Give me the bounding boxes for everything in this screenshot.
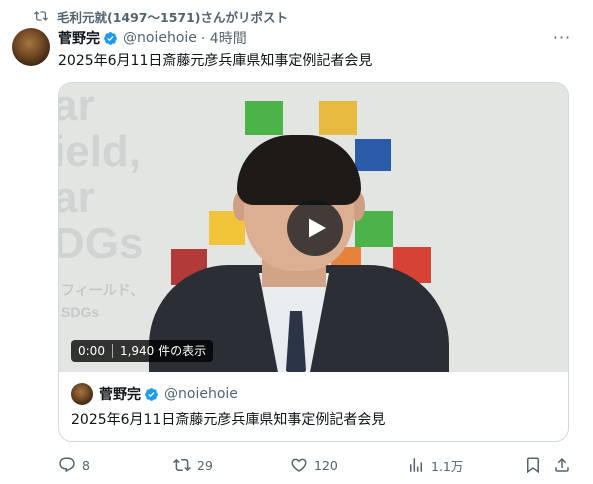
background-text-line: ar <box>59 83 95 130</box>
quote-author-handle[interactable]: @noiehoie <box>164 386 238 402</box>
logo-square <box>245 101 283 135</box>
like-button[interactable]: 120 <box>290 455 338 475</box>
background-subtext-line: フィールド、 <box>61 282 145 298</box>
author-name[interactable]: 菅野完 <box>58 28 100 48</box>
views-count: 1.1万 <box>431 458 464 474</box>
analytics-icon <box>410 458 422 472</box>
verified-badge-icon <box>145 387 158 401</box>
reply-icon <box>59 457 75 473</box>
repost-banner[interactable]: 毛利元就(1497〜1571)さんがリポスト <box>34 6 288 26</box>
video-views: 1,940 件の表示 <box>119 344 207 358</box>
background-subtext: フィールド、 SDGs <box>61 279 144 323</box>
background-text-line: DGs <box>59 219 144 268</box>
author-handle[interactable]: @noiehoie <box>123 30 197 46</box>
reply-count: 8 <box>82 457 90 473</box>
video-timestamp: 0:00 <box>78 344 105 358</box>
bookmark-button[interactable] <box>524 455 548 475</box>
logo-square <box>319 101 357 135</box>
video-info-badge: 0:00 1,940 件の表示 <box>71 340 214 362</box>
like-count: 120 <box>314 457 338 473</box>
background-subtext-line: SDGs <box>61 304 100 320</box>
tweet-text: 2025年6月11日斎藤元彦兵庫県知事定例記者会見 <box>58 53 373 69</box>
logo-square <box>355 139 391 171</box>
bookmark-icon <box>527 457 539 474</box>
background-text-line: ield, <box>59 127 142 176</box>
quote-author-name[interactable]: 菅野完 <box>99 384 141 404</box>
quote-avatar[interactable] <box>71 383 93 405</box>
play-icon <box>309 218 326 238</box>
share-icon <box>555 457 569 472</box>
play-button[interactable] <box>287 200 343 256</box>
timestamp[interactable]: · 4時間 <box>201 28 247 48</box>
video-player[interactable]: ar ield, ar DGs フィールド、 SDGs 0:00 <box>59 83 568 372</box>
repost-button[interactable]: 29 <box>173 455 213 475</box>
quote-header: 菅野完 @noiehoie <box>71 382 238 406</box>
background-banner: ar ield, ar DGs <box>59 83 143 267</box>
repost-text: 毛利元就(1497〜1571)さんがリポスト <box>57 9 289 25</box>
views-button[interactable]: 1.1万 <box>407 455 463 475</box>
share-button[interactable] <box>553 455 577 475</box>
repost-icon <box>34 11 48 21</box>
quote-card[interactable]: ar ield, ar DGs フィールド、 SDGs 0:00 <box>58 82 569 442</box>
verified-badge-icon <box>104 31 117 45</box>
tweet-header: 菅野完 @noiehoie · 4時間 <box>58 29 247 47</box>
repost-count: 29 <box>197 457 213 473</box>
action-bar: 8 29 120 1.1万 <box>58 455 572 475</box>
repost-icon <box>173 458 191 472</box>
reply-button[interactable]: 8 <box>58 455 90 475</box>
quote-text: 2025年6月11日斎藤元彦兵庫県知事定例記者会見 <box>71 412 386 428</box>
background-text-line: ar <box>59 173 95 222</box>
speaker-hair <box>237 135 361 205</box>
heart-icon <box>291 458 307 472</box>
more-options-icon[interactable]: ··· <box>552 28 572 48</box>
avatar[interactable] <box>12 28 50 66</box>
